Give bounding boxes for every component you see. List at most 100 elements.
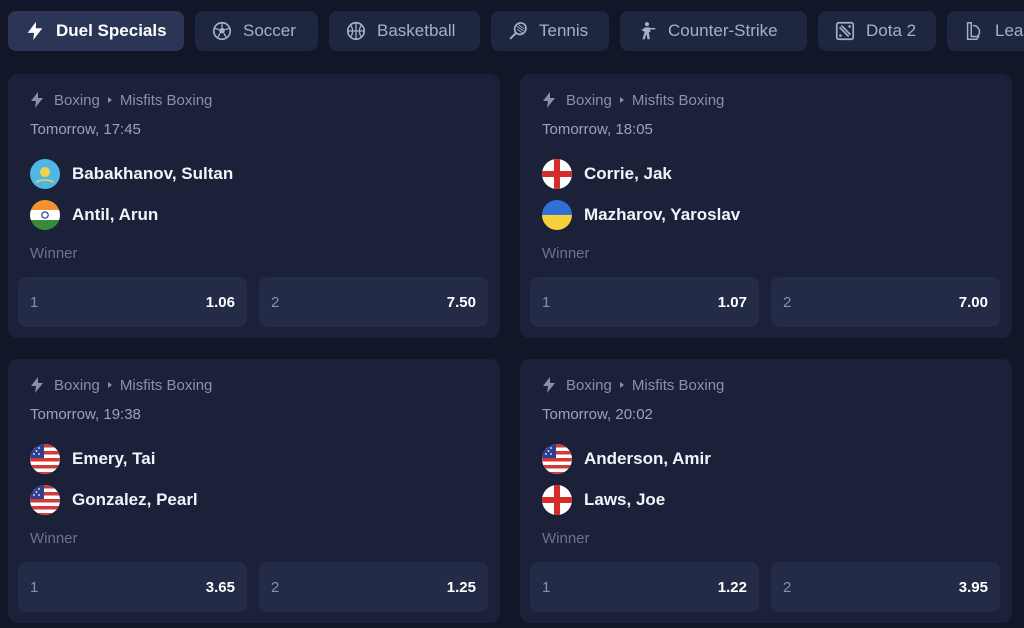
league-label: Misfits Boxing — [631, 376, 725, 394]
odd-label: 2 — [783, 293, 792, 311]
basketball-icon — [345, 20, 367, 42]
match-time: Tomorrow, 20:02 — [542, 406, 653, 423]
odd-value: 3.65 — [205, 578, 235, 596]
player-row: Gonzalez, Pearl — [30, 484, 198, 516]
breadcrumb: Boxing Misfits Boxing — [30, 376, 212, 394]
tab-soccer[interactable]: Soccer — [195, 11, 318, 51]
odd-value: 3.95 — [958, 578, 988, 596]
tab-label: Dota 2 — [866, 21, 917, 40]
soldier-icon — [636, 20, 658, 42]
market-label: Winner — [542, 245, 590, 262]
odd-value: 1.07 — [717, 293, 747, 311]
tab-dota-2[interactable]: Dota 2 — [818, 11, 936, 51]
odd-button-2[interactable]: 2 3.95 — [771, 562, 1000, 612]
odd-label: 2 — [271, 293, 280, 311]
league-icon — [963, 20, 985, 42]
odd-label: 1 — [30, 293, 39, 311]
tab-label: Lea — [995, 21, 1024, 40]
breadcrumb-separator-icon — [107, 382, 112, 388]
tab-tennis[interactable]: Tennis — [491, 11, 609, 51]
usa-flag-icon — [542, 444, 572, 474]
player-name: Laws, Joe — [584, 490, 666, 509]
market-label: Winner — [542, 530, 590, 547]
odd-value: 1.22 — [717, 578, 747, 596]
odd-label: 1 — [542, 293, 551, 311]
odd-button-1[interactable]: 1 1.22 — [530, 562, 759, 612]
player-name: Gonzalez, Pearl — [72, 490, 198, 509]
odd-label: 2 — [271, 578, 280, 596]
odd-button-2[interactable]: 2 1.25 — [259, 562, 488, 612]
breadcrumb: Boxing Misfits Boxing — [542, 91, 724, 109]
league-label: Misfits Boxing — [631, 91, 725, 109]
tab-label: Duel Specials — [56, 21, 167, 40]
soccer-ball-icon — [211, 20, 233, 42]
tab-label: Basketball — [377, 21, 456, 40]
match-card: Boxing Misfits Boxing Tomorrow, 20:02 An… — [520, 359, 1012, 623]
match-time: Tomorrow, 19:38 — [30, 406, 141, 423]
bolt-icon — [31, 92, 43, 108]
odd-value: 1.25 — [446, 578, 476, 596]
player-row: Mazharov, Yaroslav — [542, 199, 740, 231]
kazakhstan-flag-icon — [30, 159, 60, 189]
odd-button-2[interactable]: 2 7.00 — [771, 277, 1000, 327]
odd-label: 2 — [783, 578, 792, 596]
bolt-icon — [24, 20, 46, 42]
tab-label: Counter-Strike — [668, 21, 778, 40]
sport-label: Boxing — [566, 376, 612, 394]
breadcrumb: Boxing Misfits Boxing — [30, 91, 212, 109]
tab-label: Soccer — [243, 21, 296, 40]
odd-label: 1 — [542, 578, 551, 596]
odd-value: 7.50 — [446, 293, 476, 311]
player-row: Corrie, Jak — [542, 158, 672, 190]
player-row: Emery, Tai — [30, 443, 155, 475]
tab-counter-strike[interactable]: Counter-Strike — [620, 11, 807, 51]
match-time: Tomorrow, 18:05 — [542, 121, 653, 138]
sport-tabs: Duel Specials Soccer Basketball Tennis C… — [0, 0, 1024, 62]
sport-label: Boxing — [54, 91, 100, 109]
england-flag-icon — [542, 485, 572, 515]
player-row: Anderson, Amir — [542, 443, 711, 475]
odd-value: 1.06 — [205, 293, 235, 311]
match-card: Boxing Misfits Boxing Tomorrow, 17:45 Ba… — [8, 74, 500, 338]
player-name: Babakhanov, Sultan — [72, 164, 234, 183]
odd-button-2[interactable]: 2 7.50 — [259, 277, 488, 327]
odd-button-1[interactable]: 1 1.07 — [530, 277, 759, 327]
tab-basketball[interactable]: Basketball — [329, 11, 480, 51]
odd-button-1[interactable]: 1 3.65 — [18, 562, 247, 612]
player-row: Babakhanov, Sultan — [30, 158, 233, 190]
breadcrumb: Boxing Misfits Boxing — [542, 376, 724, 394]
match-time: Tomorrow, 17:45 — [30, 121, 141, 138]
tab-league[interactable]: Lea — [947, 11, 1024, 51]
player-name: Corrie, Jak — [584, 164, 672, 183]
tab-label: Tennis — [539, 21, 589, 40]
odd-label: 1 — [30, 578, 39, 596]
odd-button-1[interactable]: 1 1.06 — [18, 277, 247, 327]
sport-label: Boxing — [54, 376, 100, 394]
breadcrumb-separator-icon — [107, 97, 112, 103]
bolt-icon — [543, 377, 555, 393]
league-label: Misfits Boxing — [119, 91, 213, 109]
sport-label: Boxing — [566, 91, 612, 109]
market-label: Winner — [30, 530, 78, 547]
tab-duel-specials[interactable]: Duel Specials — [8, 11, 184, 51]
bolt-icon — [31, 377, 43, 393]
tennis-racket-icon — [507, 20, 529, 42]
league-label: Misfits Boxing — [119, 376, 213, 394]
dota-icon — [834, 20, 856, 42]
england-flag-icon — [542, 159, 572, 189]
player-name: Emery, Tai — [72, 449, 156, 468]
market-label: Winner — [30, 245, 78, 262]
match-card: Boxing Misfits Boxing Tomorrow, 18:05 Co… — [520, 74, 1012, 338]
odd-value: 7.00 — [958, 293, 988, 311]
player-name: Anderson, Amir — [584, 449, 711, 468]
india-flag-icon — [30, 200, 60, 230]
breadcrumb-separator-icon — [619, 382, 624, 388]
player-name: Antil, Arun — [72, 205, 159, 224]
player-row: Antil, Arun — [30, 199, 158, 231]
bolt-icon — [543, 92, 555, 108]
player-row: Laws, Joe — [542, 484, 665, 516]
usa-flag-icon — [30, 444, 60, 474]
player-name: Mazharov, Yaroslav — [584, 205, 741, 224]
ukraine-flag-icon — [542, 200, 572, 230]
match-card: Boxing Misfits Boxing Tomorrow, 19:38 Em… — [8, 359, 500, 623]
